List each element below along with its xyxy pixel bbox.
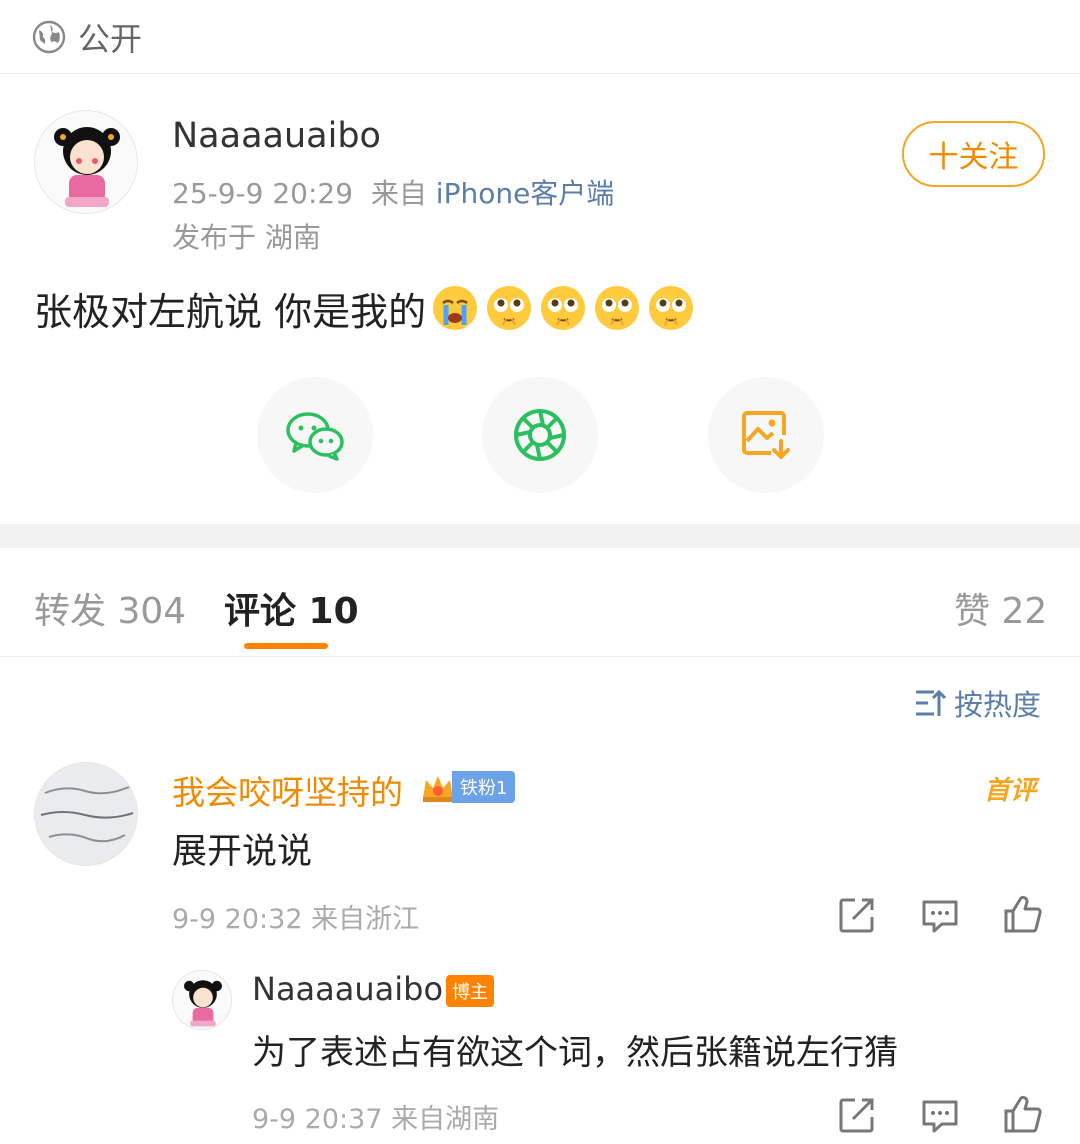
fan-badge[interactable]: 铁粉1: [420, 770, 516, 804]
author-avatar[interactable]: [34, 110, 138, 214]
sort-by-hot-button[interactable]: 按热度: [914, 682, 1041, 724]
reply-meta: 9-9 20:37 来自湖南: [252, 1104, 500, 1135]
follow-button[interactable]: 十关注: [902, 121, 1045, 187]
post-location: 发布于 湖南: [172, 221, 321, 254]
comment-icon[interactable]: [920, 1096, 960, 1136]
shy-emoji: [649, 286, 694, 330]
crown-icon: [423, 776, 453, 802]
tab-repost[interactable]: 转发 304: [34, 582, 186, 634]
visibility-label: 公开: [78, 19, 143, 58]
fan-badge-label: 铁粉1: [452, 771, 516, 803]
avatar-image: [35, 111, 137, 213]
avatar-image: [173, 971, 231, 1029]
sort-icon: [916, 689, 946, 716]
shy-emoji: [541, 286, 586, 330]
section-divider: [0, 524, 1080, 548]
source-prefix: 来自: [370, 177, 427, 210]
globe-icon: [32, 20, 66, 53]
visibility-bar: 公开: [0, 0, 1080, 74]
wechat-icon: [286, 412, 344, 461]
like-icon[interactable]: [1003, 1094, 1043, 1134]
comment-text: 展开说说: [172, 832, 313, 872]
author-name[interactable]: Naaaauaibo: [172, 116, 381, 156]
post-text: 张极对左航说 你是我的: [34, 289, 427, 334]
like-icon[interactable]: [1003, 894, 1043, 934]
share-wechat-button[interactable]: [257, 377, 373, 493]
save-image-button[interactable]: [708, 377, 824, 493]
reply-text: 为了表述占有欲这个词，然后张籍说左行猜: [252, 1033, 898, 1073]
commenter-name[interactable]: 我会咬呀坚持的: [172, 766, 403, 814]
shy-emoji: [487, 286, 532, 330]
crying-emoji: [433, 286, 478, 330]
post-device[interactable]: iPhone客户端: [436, 177, 615, 210]
owner-badge: 博主: [446, 975, 494, 1007]
post-meta: 25-9-9 20:29 来自 iPhone客户端: [172, 172, 614, 212]
shy-emoji: [595, 286, 640, 330]
save-image-icon: [742, 411, 790, 459]
reply-author-name[interactable]: Naaaauaibo: [252, 970, 443, 1008]
reply-author-avatar[interactable]: [172, 970, 232, 1030]
moments-icon: [514, 409, 566, 461]
tab-likes[interactable]: 赞 22: [954, 582, 1047, 634]
first-comment-badge: 首评: [984, 776, 1037, 806]
share-moments-button[interactable]: [482, 377, 598, 493]
repost-icon[interactable]: [837, 1095, 877, 1135]
tabs-divider: [0, 656, 1080, 657]
comment-meta: 9-9 20:32 来自浙江: [172, 904, 420, 935]
comment-icon[interactable]: [920, 896, 960, 936]
post-content: 张极对左航说 你是我的: [34, 280, 696, 336]
tab-comments[interactable]: 评论 10: [224, 582, 359, 634]
post-time: 25-9-9 20:29: [172, 177, 354, 210]
avatar-image: [35, 763, 137, 865]
repost-icon[interactable]: [837, 895, 877, 935]
sort-label: 按热度: [954, 688, 1042, 722]
active-tab-indicator: [244, 643, 328, 649]
commenter-avatar[interactable]: [34, 762, 138, 866]
